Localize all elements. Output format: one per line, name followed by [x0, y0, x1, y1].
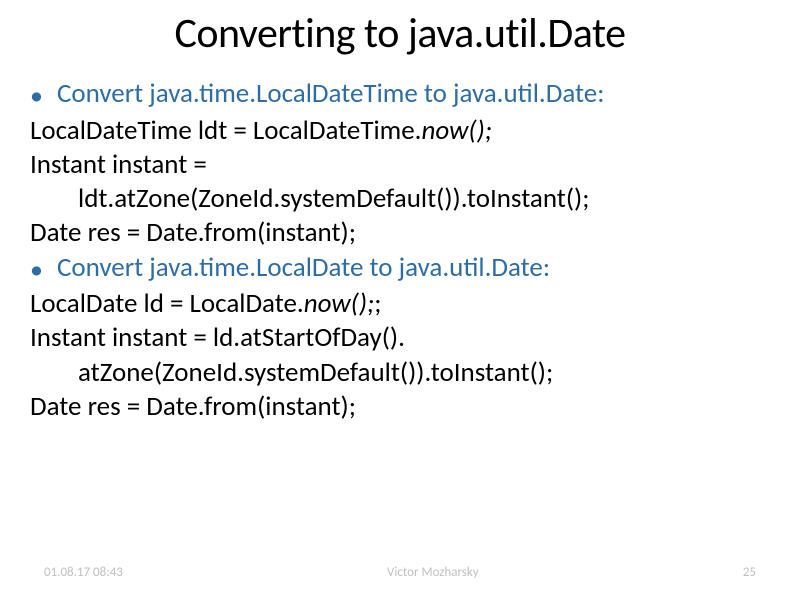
footer-date: 01.08.17 08:43: [44, 565, 123, 580]
slide-footer: 01.08.17 08:43 Victor Mozharsky 25: [0, 565, 800, 580]
code-text: atZone(ZoneId.systemDefault()).toInstant…: [78, 356, 553, 389]
code-line: Date res = Date.from(instant);: [30, 216, 770, 250]
bullet-icon: •: [30, 253, 43, 286]
bullet-heading: Convert java.time.LocalDate to java.util…: [57, 251, 550, 285]
slide: Converting to java.util.Date • Convert j…: [0, 0, 800, 600]
code-text-italic: now();: [422, 114, 493, 147]
code-text: ldt.atZone(ZoneId.systemDefault()).toIns…: [78, 182, 589, 215]
code-text: LocalDateTime ldt = LocalDateTime.: [30, 114, 422, 147]
code-text: Instant instant =: [30, 148, 207, 181]
bullet-item: • Convert java.time.LocalDateTime to jav…: [30, 77, 770, 112]
code-text: Date res = Date.from(instant);: [30, 216, 356, 249]
code-line: LocalDate ld = LocalDate.now();;: [30, 287, 770, 321]
slide-content: • Convert java.time.LocalDateTime to jav…: [0, 77, 800, 424]
bullet-icon: •: [30, 79, 43, 112]
code-line: Date res = Date.from(instant);: [30, 390, 770, 424]
code-line: ldt.atZone(ZoneId.systemDefault()).toIns…: [30, 182, 770, 216]
footer-author: Victor Mozharsky: [123, 565, 743, 580]
footer-page-number: 25: [743, 565, 756, 580]
slide-title: Converting to java.util.Date: [0, 0, 800, 77]
code-text: LocalDate ld = LocalDate.: [30, 287, 304, 320]
code-line: Instant instant = ld.atStartOfDay().: [30, 321, 770, 355]
code-text: Instant instant = ld.atStartOfDay().: [30, 321, 405, 354]
code-text: ;: [374, 287, 381, 320]
code-line: Instant instant =: [30, 148, 770, 182]
code-text: Date res = Date.from(instant);: [30, 390, 356, 423]
code-line: atZone(ZoneId.systemDefault()).toInstant…: [30, 356, 770, 390]
code-text-italic: now();: [304, 287, 375, 320]
code-line: LocalDateTime ldt = LocalDateTime.now();: [30, 114, 770, 148]
bullet-heading: Convert java.time.LocalDateTime to java.…: [57, 77, 605, 111]
bullet-item: • Convert java.time.LocalDate to java.ut…: [30, 251, 770, 286]
